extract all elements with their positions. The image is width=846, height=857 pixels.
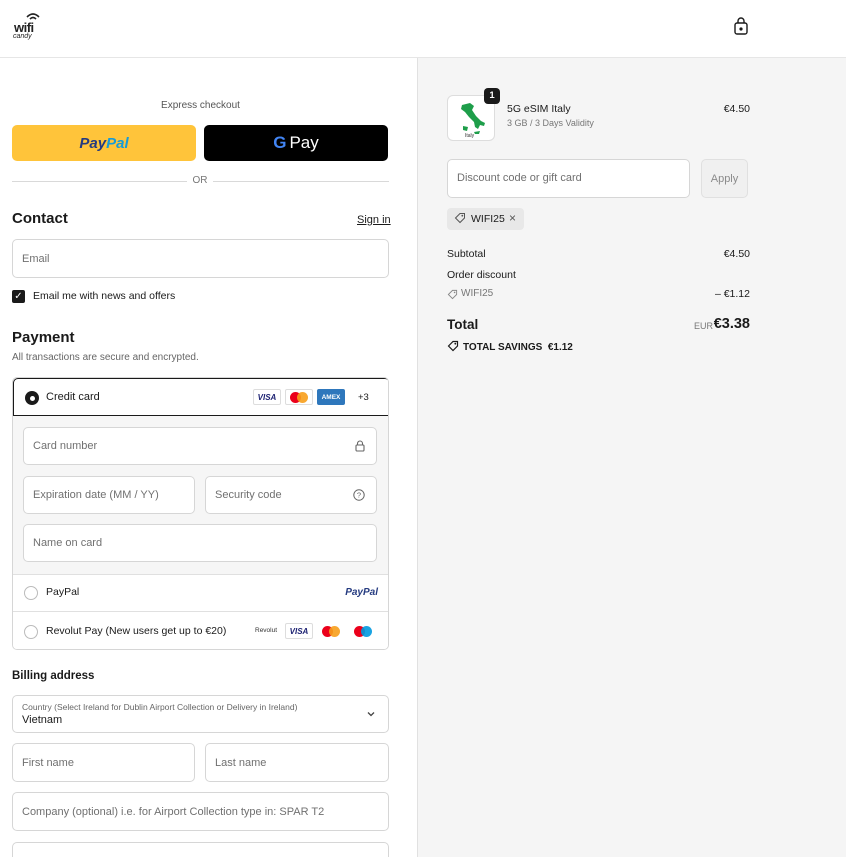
- logo-subtext: candy: [13, 33, 32, 40]
- last-name-field[interactable]: Last name: [205, 743, 389, 782]
- card-number-placeholder: Card number: [33, 440, 98, 452]
- wifi-candy-logo[interactable]: wifi candy: [12, 12, 42, 40]
- product-variant: 3 GB / 3 Days Validity: [507, 118, 594, 128]
- product-price: €4.50: [723, 103, 750, 115]
- paypal-label: PayPal: [46, 586, 80, 598]
- visa-icon: VISA: [285, 623, 313, 639]
- savings-value: €1.12: [547, 342, 573, 353]
- applied-discount-code: WIFI25: [461, 288, 494, 299]
- credit-card-option[interactable]: Credit card VISA AMEX +3: [13, 378, 388, 416]
- email-placeholder: Email: [22, 252, 50, 265]
- discount-chip-code: WIFI25: [471, 213, 505, 225]
- product-name: 5G eSIM Italy: [507, 103, 571, 115]
- order-discount-label: Order discount: [447, 269, 516, 281]
- expiration-placeholder: Expiration date (MM / YY): [33, 489, 159, 501]
- revolut-pay-option[interactable]: Revolut Pay (New users get up to €20) Re…: [13, 611, 388, 649]
- paypal-logo-part1: Pay: [79, 134, 107, 152]
- country-value: Vietnam: [22, 714, 63, 726]
- total-label: Total: [447, 317, 479, 332]
- quantity-badge: 1: [484, 88, 500, 104]
- or-separator: OR: [187, 175, 213, 186]
- billing-address-heading: Billing address: [12, 670, 95, 682]
- shopping-bag-icon[interactable]: [733, 17, 749, 35]
- paypal-logo-part2: Pal: [106, 134, 129, 152]
- tag-icon: [454, 213, 465, 224]
- google-g-icon: G: [273, 133, 287, 152]
- newsletter-label: Email me with news and offers: [33, 290, 176, 302]
- revolut-radio[interactable]: [24, 625, 38, 639]
- expiration-date-field[interactable]: Expiration date (MM / YY): [23, 476, 195, 514]
- total-savings: TOTAL SAVINGS €1.12: [447, 340, 573, 353]
- thumbnail-label: Italy: [465, 133, 475, 139]
- site-header: wifi candy: [0, 0, 846, 58]
- subtotal-label: Subtotal: [447, 248, 486, 260]
- discount-code-input[interactable]: Discount code or gift card: [447, 159, 690, 198]
- checkout-form: Express checkout Pay Pal G Pay OR Contact …: [0, 58, 418, 857]
- security-code-placeholder: Security code: [215, 489, 282, 501]
- mastercard-icon: [285, 389, 313, 405]
- remove-discount-icon[interactable]: ×: [509, 211, 516, 225]
- contact-heading: Contact: [12, 210, 68, 227]
- name-on-card-placeholder: Name on card: [33, 537, 103, 549]
- paypal-radio[interactable]: [24, 586, 38, 600]
- discount-chip: WIFI25 ×: [447, 208, 524, 230]
- express-checkout-label: Express checkout: [161, 100, 240, 111]
- payment-methods: Credit card VISA AMEX +3 Card number Exp…: [12, 377, 389, 650]
- help-icon[interactable]: ?: [353, 489, 365, 501]
- discount-value: – €1.12: [714, 288, 750, 300]
- visa-icon: VISA: [253, 389, 281, 405]
- apply-discount-button[interactable]: Apply: [701, 159, 748, 198]
- last-name-placeholder: Last name: [215, 756, 267, 769]
- country-select[interactable]: Country (Select Ireland for Dublin Airpo…: [12, 695, 389, 733]
- gpay-label: Pay: [289, 133, 319, 152]
- card-number-field[interactable]: Card number: [23, 427, 377, 465]
- paypal-express-button[interactable]: Pay Pal: [12, 125, 196, 161]
- more-brands-count: +3: [358, 392, 369, 403]
- total-value: €3.38: [713, 316, 750, 332]
- company-field[interactable]: Company (optional) i.e. for Airport Coll…: [12, 792, 389, 831]
- payment-heading: Payment: [12, 329, 75, 346]
- company-placeholder: Company (optional) i.e. for Airport Coll…: [22, 805, 325, 818]
- payment-subtitle: All transactions are secure and encrypte…: [12, 352, 199, 363]
- tag-icon: [447, 340, 459, 352]
- email-field[interactable]: Email: [12, 239, 389, 278]
- maestro-icon: [354, 626, 372, 637]
- address-field[interactable]: [12, 842, 389, 857]
- revolut-label: Revolut Pay (New users get up to €20): [46, 625, 227, 637]
- revolut-logo: Revolut: [255, 627, 278, 634]
- name-on-card-field[interactable]: Name on card: [23, 524, 377, 562]
- subtotal-value: €4.50: [723, 248, 750, 260]
- savings-label: TOTAL SAVINGS: [463, 342, 543, 353]
- discount-placeholder: Discount code or gift card: [457, 172, 582, 184]
- first-name-placeholder: First name: [22, 756, 74, 769]
- chevron-down-icon: [367, 712, 375, 717]
- newsletter-checkbox[interactable]: ✓: [12, 290, 25, 303]
- credit-card-radio[interactable]: [25, 391, 39, 405]
- paypal-logo: PayPal: [345, 587, 378, 598]
- mastercard-icon: [322, 626, 340, 637]
- sign-in-link[interactable]: Sign in: [357, 214, 391, 226]
- country-label: Country (Select Ireland for Dublin Airpo…: [22, 702, 298, 712]
- amex-icon: AMEX: [317, 389, 345, 405]
- google-pay-button[interactable]: G Pay: [204, 125, 388, 161]
- credit-card-label: Credit card: [46, 391, 100, 403]
- first-name-field[interactable]: First name: [12, 743, 195, 782]
- credit-card-form: Card number Expiration date (MM / YY) Se…: [13, 416, 388, 574]
- paypal-option[interactable]: PayPal PayPal: [13, 574, 388, 611]
- currency-code: EUR: [694, 321, 714, 331]
- tag-icon: [447, 289, 458, 300]
- security-code-field[interactable]: Security code ?: [205, 476, 377, 514]
- order-summary: Italy 1 5G eSIM Italy 3 GB / 3 Days Vali…: [418, 58, 846, 857]
- svg-text:?: ?: [357, 491, 361, 500]
- lock-icon: [355, 440, 365, 452]
